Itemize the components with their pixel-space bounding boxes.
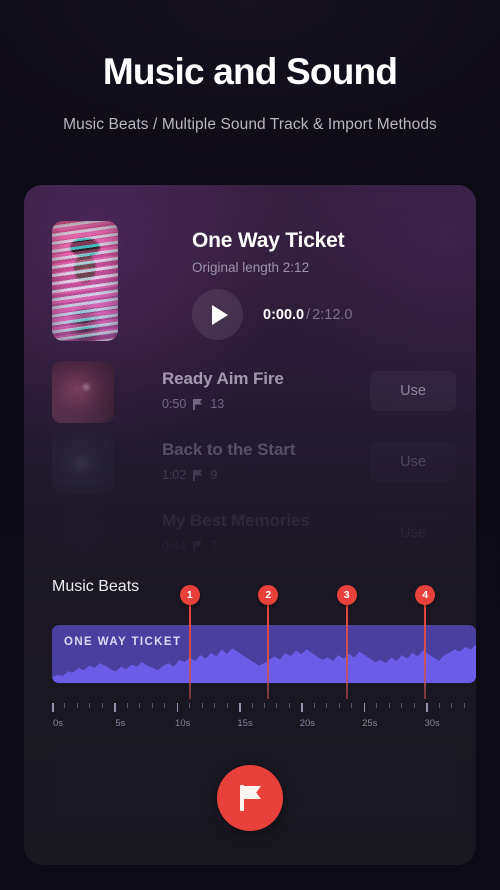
waveform-label: ONE WAY TICKET — [64, 636, 182, 648]
ruler-tick-minor — [338, 703, 340, 708]
ruler-label: 15s — [237, 718, 253, 729]
ruler-tick-minor — [126, 703, 128, 708]
track-duration: 0:50 — [162, 397, 187, 411]
waveform-track[interactable]: ONE WAY TICKET — [52, 625, 476, 683]
time-display: 0:00.0/2:12.0 — [263, 307, 352, 323]
ruler-tick-minor — [313, 703, 315, 708]
ruler-tick-minor — [264, 703, 265, 708]
beat-marker-number[interactable]: 4 — [415, 585, 436, 605]
ruler-tick-major — [176, 703, 179, 712]
track-meta: 1:02 9 — [162, 468, 217, 482]
ruler-tick-major — [114, 703, 116, 712]
ruler-tick-minor — [451, 703, 453, 708]
ruler-tick-minor — [201, 703, 203, 708]
track-thumbnail — [52, 432, 114, 494]
ruler-tick-minor — [189, 703, 191, 708]
ruler-tick-major — [239, 703, 241, 712]
ruler-label: 25s — [362, 718, 378, 729]
track-row[interactable]: Ready Aim Fire 0:50 13 Use — [52, 357, 456, 428]
page-subtitle: Music Beats / Multiple Sound Track & Imp… — [63, 115, 437, 133]
page-title: Music and Sound — [102, 51, 398, 92]
track-row[interactable]: My Best Memories 0:44 7 Use — [52, 499, 456, 570]
album-art-vignette — [52, 221, 118, 341]
track-beat-count: 9 — [210, 468, 218, 482]
total-time: 2:12.0 — [312, 306, 353, 323]
track-meta: 0:44 7 — [162, 539, 217, 553]
beat-marker-number[interactable]: 2 — [258, 585, 279, 605]
flag-icon — [193, 469, 203, 481]
beat-marker-number[interactable]: 3 — [336, 585, 357, 605]
ruler-tick-minor — [401, 703, 403, 708]
ruler-label: 30s — [424, 718, 440, 729]
track-meta: 0:50 13 — [162, 397, 224, 411]
page-header: Music and Sound Music Beats / Multiple S… — [0, 0, 500, 134]
waveform-block — [52, 625, 476, 683]
track-beat-count: 13 — [210, 397, 225, 411]
track-duration: 1:02 — [162, 468, 187, 482]
ruler-label: 10s — [175, 718, 191, 729]
ruler-tick-major — [301, 703, 303, 712]
ruler-tick-minor — [463, 703, 465, 708]
beat-marker-stem — [188, 605, 191, 699]
ruler-tick-minor — [89, 703, 91, 708]
add-beat-fab[interactable] — [217, 765, 283, 831]
play-icon — [211, 304, 228, 325]
ruler-tick-minor — [376, 703, 378, 708]
track-thumbnail — [52, 361, 114, 423]
music-panel-card: One Way Ticket Original length 2:12 0:00… — [24, 185, 476, 865]
ruler-tick-minor — [151, 703, 153, 708]
ruler-tick-minor — [214, 703, 216, 708]
ruler-tick-minor — [226, 703, 228, 708]
timeline-ruler[interactable]: 0s 5s 10s 15s 20s 25s 30s — [52, 703, 476, 737]
ruler-tick-major — [52, 703, 54, 712]
track-name: My Best Memories — [162, 511, 310, 530]
flag-icon — [238, 785, 262, 811]
now-playing-title: One Way Ticket — [192, 229, 345, 252]
flag-icon — [193, 540, 203, 552]
use-button[interactable]: Use — [370, 371, 456, 411]
current-time: 0:00.0 — [263, 306, 305, 323]
ruler-tick-minor — [438, 703, 440, 708]
ruler-tick-minor — [276, 703, 278, 708]
beat-marker-stem — [267, 605, 270, 699]
ruler-label: 20s — [299, 718, 316, 729]
now-playing-length: Original length 2:12 — [192, 260, 310, 275]
play-button[interactable] — [192, 289, 243, 340]
track-thumbnail — [52, 503, 114, 565]
ruler-tick-minor — [64, 703, 66, 708]
ruler-tick-minor — [413, 703, 415, 708]
now-playing-section: One Way Ticket Original length 2:12 0:00… — [52, 221, 456, 343]
ruler-tick-minor — [251, 703, 253, 708]
playback-controls: 0:00.0/2:12.0 — [192, 289, 352, 340]
use-button[interactable]: Use — [370, 513, 456, 553]
track-name: Ready Aim Fire — [162, 369, 284, 388]
ruler-tick-minor — [326, 703, 328, 708]
track-list: Ready Aim Fire 0:50 13 Use Back to the S… — [52, 357, 456, 817]
track-name: Back to the Start — [162, 440, 296, 459]
track-beat-count: 7 — [210, 539, 218, 553]
ruler-tick-minor — [388, 703, 390, 708]
music-beats-heading: Music Beats — [52, 578, 140, 595]
track-duration: 0:44 — [162, 539, 187, 553]
track-row[interactable]: Back to the Start 1:02 9 Use — [52, 428, 456, 499]
flag-icon — [193, 398, 203, 410]
ruler-label: 5s — [115, 718, 126, 729]
waveform-shape — [52, 644, 476, 683]
beat-marker-stem — [424, 605, 427, 699]
ruler-tick-major — [426, 703, 428, 712]
beat-marker-number[interactable]: 1 — [179, 585, 200, 605]
ruler-label: 0s — [52, 718, 64, 729]
ruler-tick-major — [363, 703, 366, 712]
ruler-tick-minor — [351, 703, 353, 708]
time-separator: / — [306, 306, 311, 323]
use-button[interactable]: Use — [370, 442, 456, 482]
ruler-tick-minor — [76, 703, 78, 708]
ruler-tick-minor — [288, 703, 290, 708]
ruler-tick-minor — [164, 703, 166, 708]
album-art — [52, 221, 118, 341]
ruler-tick-minor — [139, 703, 141, 708]
ruler-tick-minor — [101, 703, 103, 708]
beat-marker-stem — [345, 605, 348, 699]
